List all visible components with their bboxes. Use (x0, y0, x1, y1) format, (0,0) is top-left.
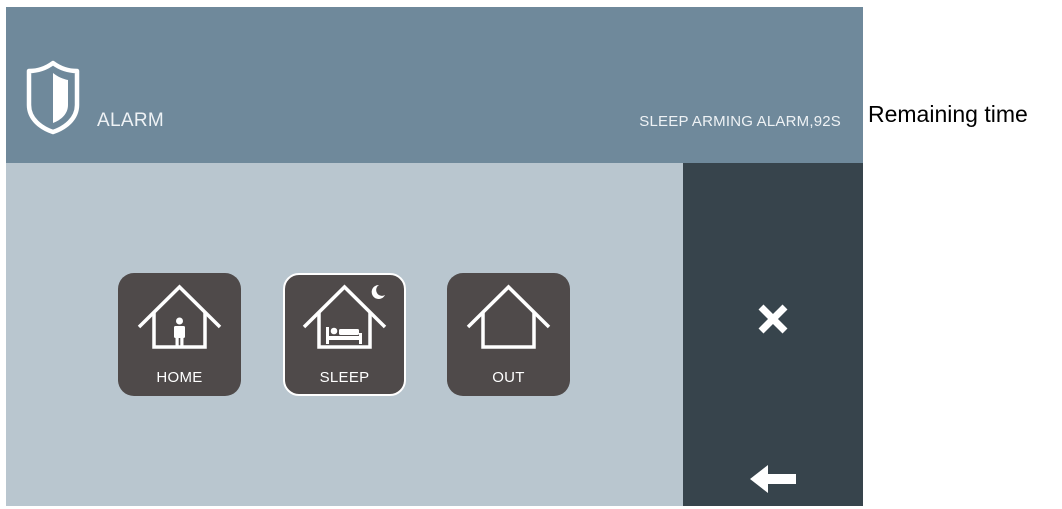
arming-status-text: SLEEP ARMING ALARM,92S (639, 113, 841, 130)
home-mode-label: HOME (156, 369, 203, 386)
out-mode-label: OUT (492, 369, 525, 386)
sleep-mode-button[interactable]: SLEEP (283, 273, 406, 396)
header-bar: ALARM SLEEP ARMING ALARM,92S (6, 7, 863, 163)
close-icon (758, 304, 788, 334)
back-button[interactable] (737, 449, 809, 509)
side-panel (683, 163, 863, 506)
arrow-left-icon (750, 465, 796, 493)
alarm-screen: ALARM SLEEP ARMING ALARM,92S HOME SLEEP (6, 7, 863, 506)
close-button[interactable] (737, 289, 809, 349)
home-mode-button[interactable]: HOME (118, 273, 241, 396)
home-sleep-icon (302, 284, 387, 349)
page-title: ALARM (97, 110, 164, 131)
remaining-time-annotation: Remaining time (868, 101, 1028, 127)
out-mode-button[interactable]: OUT (447, 273, 570, 396)
shield-icon (26, 60, 80, 135)
sleep-mode-label: SLEEP (319, 369, 370, 386)
home-person-icon (137, 284, 222, 349)
home-empty-icon (466, 284, 551, 349)
